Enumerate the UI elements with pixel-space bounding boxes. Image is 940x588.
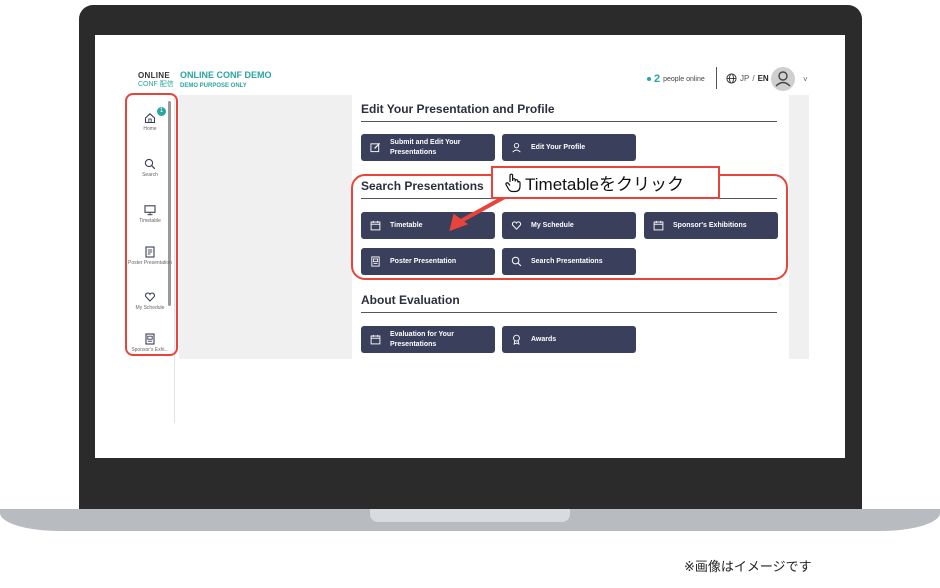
hand-pointer-icon — [505, 173, 521, 192]
image-caption: ※画像はイメージです — [684, 559, 812, 574]
annotation-callout: Timetableをクリック — [491, 166, 720, 199]
annotation-callout-text: Timetableをクリック — [525, 175, 685, 194]
laptop-notch — [370, 509, 570, 522]
annotation-arrow — [449, 192, 512, 232]
laptop-screen: ONLINE CONF 配信 ONLINE CONF DEMO DEMO PUR… — [95, 35, 845, 458]
